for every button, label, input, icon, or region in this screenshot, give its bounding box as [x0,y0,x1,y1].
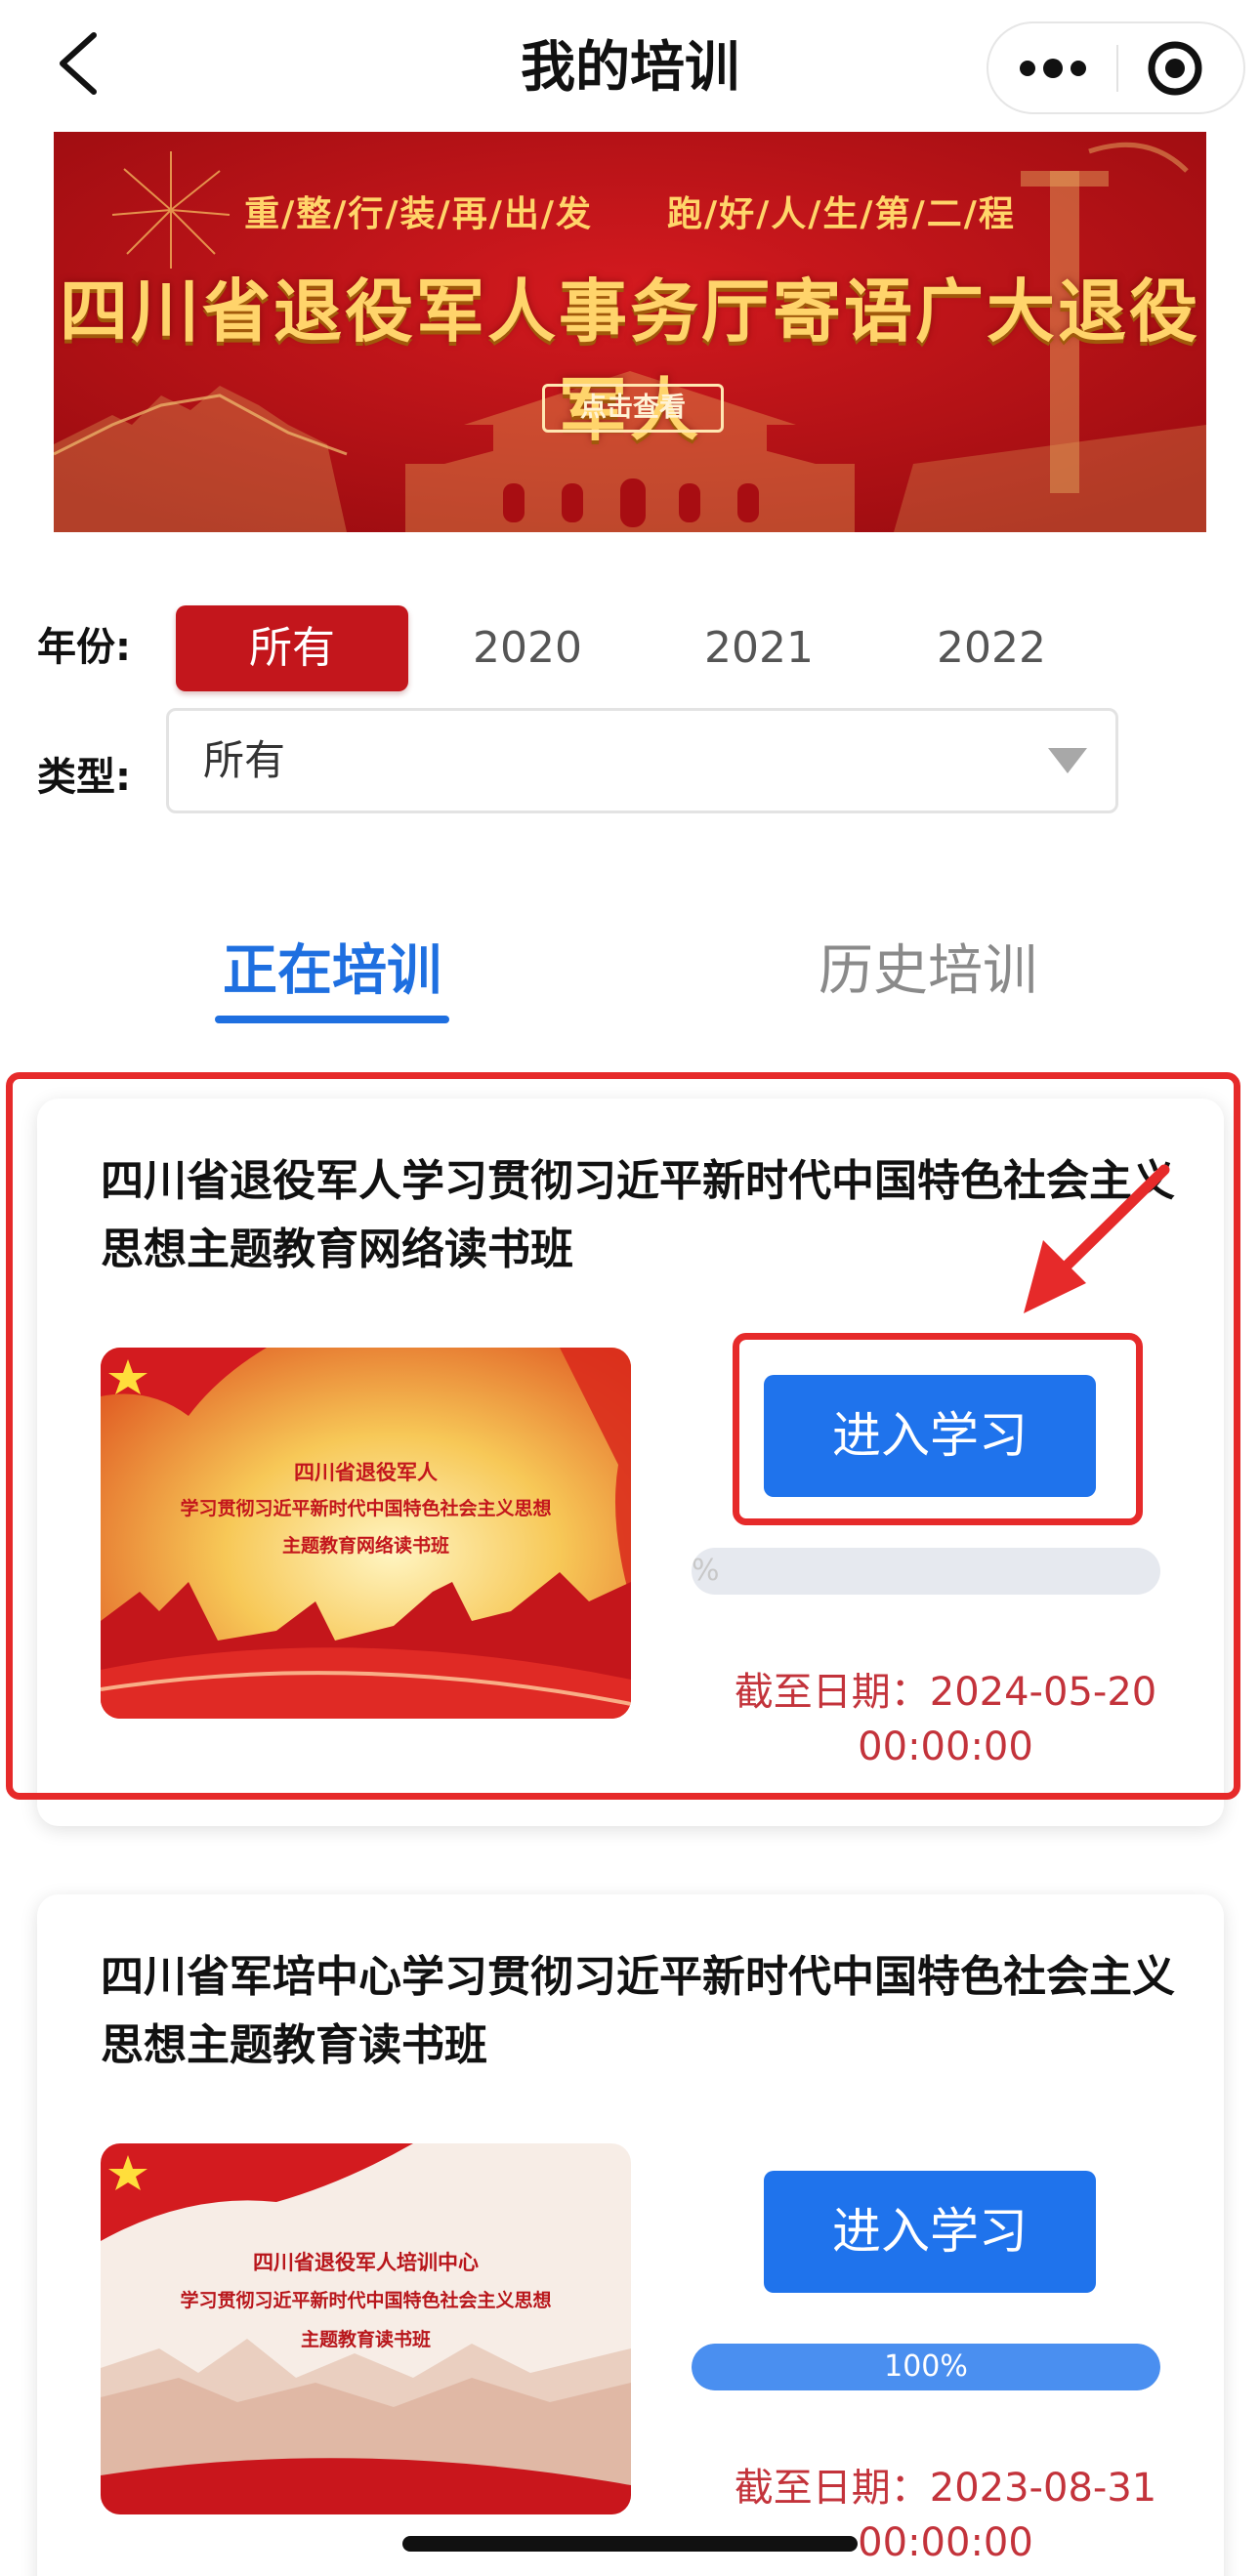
course-card: 四川省军培中心学习贯彻习近平新时代中国特色社会主义思想主题教育读书班 四川省退役… [37,1894,1224,2576]
thumbnail-caption: 学习贯彻习近平新时代中国特色社会主义思想 [180,1498,552,1519]
banner-subtitle: 重/整/行/装/再/出/发 跑/好/人/生/第/二/程 [244,194,1016,234]
course-thumbnail[interactable]: 四川省退役军人培训中心 学习贯彻习近平新时代中国特色社会主义思想 主题教育读书班 [101,2143,631,2514]
dropdown-arrow-icon [1048,748,1087,773]
deadline-date: 截至日期：2023-08-31 [734,2466,1157,2511]
more-button[interactable] [988,23,1115,112]
course-title: 四川省军培中心学习贯彻习近平新时代中国特色社会主义思想主题教育读书班 [101,1952,1175,2070]
chevron-left-icon [60,32,97,95]
progress-bar: 100% [692,2344,1160,2390]
mini-program-capsule [987,21,1245,114]
promo-banner[interactable]: 重/整/行/装/再/出/发 跑/好/人/生/第/二/程 四川省退役军人事务厅寄语… [54,132,1206,532]
close-mini-program-button[interactable] [1118,23,1245,112]
course-title: 四川省退役军人学习贯彻习近平新时代中国特色社会主义思想主题教育网络读书班 [101,1156,1175,1274]
mini-program-close-icon [1148,41,1202,96]
year-option-2020[interactable]: 2020 [430,605,625,691]
enter-study-button[interactable]: 进入学习 [764,2171,1096,2293]
thumbnail-caption: 主题教育读书班 [300,2329,431,2350]
year-filter-label: 年份: [37,625,131,670]
deadline-date: 截至日期：2024-05-20 [734,1670,1157,1715]
active-tab-indicator [215,1016,449,1023]
tab-current-training[interactable]: 正在培训 [195,928,469,1016]
year-option-all[interactable]: 所有 [176,605,408,691]
tab-history-training[interactable]: 历史培训 [791,928,1065,1016]
progress-bar: % [692,1548,1160,1595]
type-filter-label: 类型: [37,755,131,800]
year-option-2021[interactable]: 2021 [661,605,857,691]
course-thumbnail[interactable]: 四川省退役军人 学习贯彻习近平新时代中国特色社会主义思想 主题教育网络读书班 [101,1348,631,1719]
more-dots-icon [1020,59,1086,78]
type-select-value: 所有 [203,736,286,784]
thumbnail-caption: 主题教育网络读书班 [281,1535,449,1557]
back-button[interactable] [51,29,109,98]
course-card: 四川省退役军人学习贯彻习近平新时代中国特色社会主义思想主题教育网络读书班 四川省… [37,1099,1224,1826]
progress-label: 100% [884,2349,968,2384]
deadline-time: 00:00:00 [858,1724,1033,1769]
year-option-2022[interactable]: 2022 [894,605,1089,691]
enter-study-button[interactable]: 进入学习 [764,1375,1096,1497]
thumbnail-caption: 四川省退役军人 [294,1461,438,1484]
navigation-bar: 我的培训 [0,0,1260,137]
banner-view-button[interactable]: 点击查看 [542,384,724,433]
thumbnail-caption: 四川省退役军人培训中心 [253,2251,479,2274]
progress-label: % [692,1554,720,1588]
thumbnail-caption: 学习贯彻习近平新时代中国特色社会主义思想 [180,2290,552,2311]
type-select[interactable]: 所有 [166,708,1118,813]
home-indicator [402,2536,858,2552]
